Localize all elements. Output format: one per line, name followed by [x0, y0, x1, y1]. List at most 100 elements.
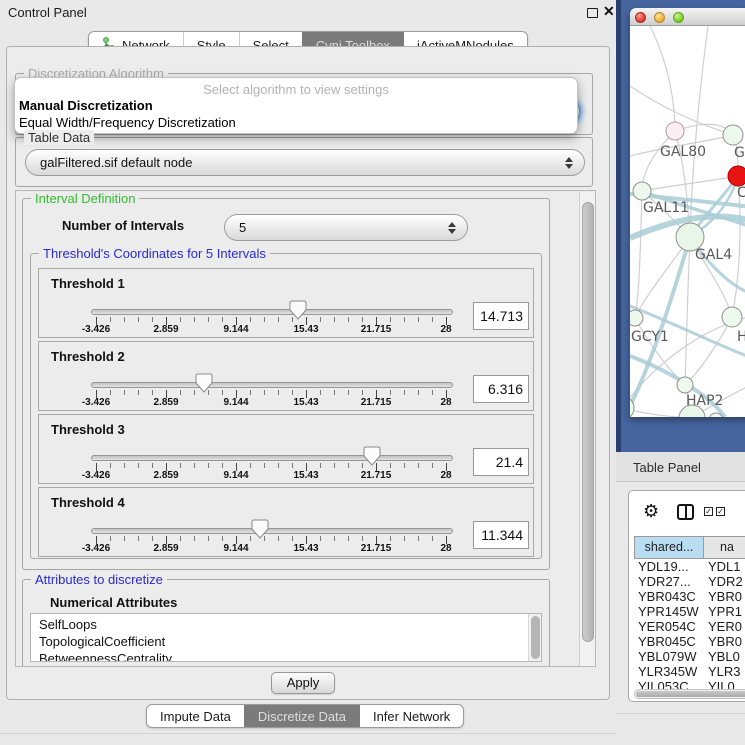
node-label: HAP2 — [686, 393, 723, 409]
threshold-3-value-field[interactable]: 21.4 — [473, 448, 529, 476]
node-label: C — [737, 185, 745, 201]
checkbox-icon[interactable]: ✓ — [704, 507, 713, 516]
settings-vertical-scrollbar[interactable] — [579, 192, 595, 666]
tick-label: 28 — [440, 543, 451, 554]
tick-label: 15.43 — [293, 543, 318, 554]
tick-label: 28 — [440, 397, 451, 408]
table-panel-titlebar: Table Panel — [616, 452, 745, 482]
tab-infer-network[interactable]: Infer Network — [359, 705, 463, 727]
table-horizontal-scrollbar[interactable] — [634, 689, 745, 699]
close-traffic-light-icon[interactable] — [635, 12, 646, 23]
slider-tick-labels: -3.4262.8599.14415.4321.71528 — [96, 324, 448, 336]
tick-label: 15.43 — [293, 397, 318, 408]
tick-label: 2.859 — [153, 324, 178, 335]
dropdown-option-equal-width[interactable]: Equal Width/Frequency Discretization — [18, 115, 574, 130]
tick-label: 9.144 — [223, 470, 248, 481]
table-row[interactable]: YLR345WYLR3 — [634, 664, 745, 679]
tab-discretize-data[interactable]: Discretize Data — [244, 705, 359, 727]
scrollbar-thumb[interactable] — [582, 202, 594, 642]
network-nodes — [630, 122, 745, 417]
network-node-selected[interactable] — [728, 166, 745, 186]
threshold-4-label: Threshold 4 — [51, 495, 125, 510]
slider-track[interactable] — [91, 455, 453, 461]
cell: YPR1 — [708, 604, 742, 619]
table-row[interactable]: YBL079W YBL0 — [634, 649, 745, 664]
threshold-2-value-field[interactable]: 6.316 — [473, 375, 529, 403]
cell: YER0 — [708, 619, 742, 634]
cell: YDR2 — [708, 574, 743, 589]
split-columns-icon[interactable] — [677, 504, 694, 520]
cell: YBL0 — [708, 649, 740, 664]
list-item-topologicalcoefficient[interactable]: TopologicalCoefficient — [39, 633, 165, 650]
table-data-combobox-value: galFiltered.sif default node — [40, 155, 192, 170]
network-node[interactable] — [722, 307, 742, 327]
slider-thumb[interactable] — [363, 446, 381, 466]
network-node[interactable] — [633, 182, 651, 200]
attributes-list-scrollbar[interactable] — [528, 614, 541, 661]
table-data-combobox[interactable]: galFiltered.sif default node — [25, 149, 585, 176]
panel-title: Control Panel — [8, 5, 87, 20]
network-node[interactable] — [723, 125, 743, 145]
apply-button[interactable]: Apply — [271, 672, 335, 694]
slider-track[interactable] — [91, 528, 453, 534]
network-graph: GAL80 GA C GAL11 GAL4 GCY1 H HAP2 — [630, 26, 745, 417]
network-window-titlebar[interactable] — [630, 8, 745, 26]
cell: YBL079W — [638, 649, 702, 664]
dropdown-option-manual-discretization[interactable]: Manual Discretization — [18, 98, 574, 113]
slider-tick-labels: -3.4262.8599.14415.4321.71528 — [96, 397, 448, 409]
tick-label: 2.859 — [153, 397, 178, 408]
close-icon[interactable]: ✕ — [603, 3, 615, 20]
cyni-toolbox-panel: Discretization Algorithm Select algorith… — [6, 46, 610, 700]
slider-tick-labels: -3.4262.8599.14415.4321.71528 — [96, 470, 448, 482]
number-of-intervals-combobox[interactable]: 5 — [224, 214, 468, 241]
table-row[interactable]: YDL19...YDL1 — [634, 559, 745, 574]
thresholds-group-label: Threshold's Coordinates for 5 Intervals — [39, 246, 270, 261]
table-row[interactable]: YER054CYER0 — [634, 619, 745, 634]
slider-track[interactable] — [91, 382, 453, 388]
network-view-window: GAL80 GA C GAL11 GAL4 GCY1 H HAP2 — [630, 8, 745, 417]
cell: YBR0 — [708, 589, 742, 604]
column-header-name[interactable]: na — [704, 536, 745, 559]
tab-impute-data[interactable]: Impute Data — [147, 705, 244, 727]
tick-label: 21.715 — [361, 470, 392, 481]
network-node[interactable] — [630, 310, 643, 326]
list-item-selfloops[interactable]: SelfLoops — [39, 616, 97, 633]
tick-label: -3.426 — [82, 324, 110, 335]
threshold-1-value-field[interactable]: 14.713 — [473, 302, 529, 330]
zoom-traffic-light-icon[interactable] — [673, 12, 684, 23]
column-header-shared-name[interactable]: shared... — [634, 536, 704, 559]
slider-thumb[interactable] — [289, 300, 307, 320]
threshold-1-label: Threshold 1 — [51, 276, 125, 291]
list-item-betweennesscentrality[interactable]: BetweennessCentrality — [39, 650, 172, 662]
threshold-3-label: Threshold 3 — [51, 422, 125, 437]
network-node[interactable] — [677, 377, 693, 393]
number-of-intervals-value: 5 — [239, 220, 246, 235]
numerical-attributes-label: Numerical Attributes — [50, 595, 177, 610]
checkbox-icon[interactable]: ✓ — [716, 507, 725, 516]
gear-icon[interactable]: ⚙ — [643, 502, 659, 520]
network-node[interactable] — [666, 122, 684, 140]
node-label: H — [737, 329, 745, 345]
algorithm-dropdown-popup: Select algorithm to view settings Manual… — [14, 77, 578, 134]
tab-discretize-data-label: Discretize Data — [258, 709, 346, 724]
network-canvas[interactable]: GAL80 GA C GAL11 GAL4 GCY1 H HAP2 — [630, 26, 745, 417]
minimize-traffic-light-icon[interactable] — [654, 12, 665, 23]
float-window-icon[interactable] — [587, 8, 598, 18]
tick-label: 21.715 — [361, 397, 392, 408]
threshold-4-value-field[interactable]: 11.344 — [473, 521, 529, 549]
slider-thumb[interactable] — [195, 373, 213, 393]
interval-definition-group-label: Interval Definition — [31, 191, 139, 206]
number-of-intervals-label: Number of Intervals — [62, 218, 184, 233]
table-row[interactable]: YBR045CYBR0 — [634, 634, 745, 649]
combo-stepper-icon — [565, 157, 573, 169]
tick-label: 9.144 — [223, 543, 248, 554]
table-row[interactable]: YDR27...YDR2 — [634, 574, 745, 589]
slider-thumb[interactable] — [251, 519, 269, 539]
slider-track[interactable] — [91, 309, 453, 315]
scrollbar-thumb[interactable] — [636, 691, 745, 697]
table-row[interactable]: YBR043CYBR0 — [634, 589, 745, 604]
table-row[interactable]: YPR145WYPR1 — [634, 604, 745, 619]
tick-label: 28 — [440, 470, 451, 481]
tick-label: 2.859 — [153, 543, 178, 554]
tick-label: -3.426 — [82, 397, 110, 408]
